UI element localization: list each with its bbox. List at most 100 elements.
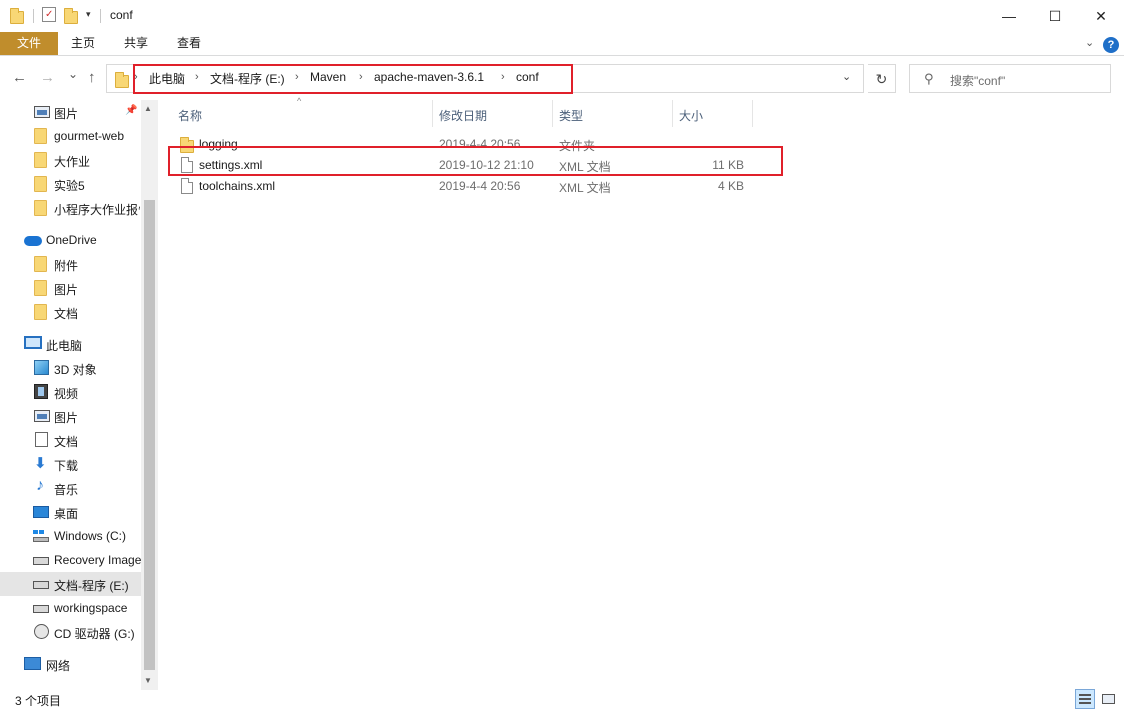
column-divider[interactable] xyxy=(432,100,433,127)
customize-quick-access-icon[interactable]: ▾ xyxy=(86,9,91,20)
address-dropdown-icon[interactable]: ⌄ xyxy=(842,70,851,83)
sidebar-item-label: OneDrive xyxy=(46,233,97,247)
file-size: 4 KB xyxy=(717,179,744,193)
sidebar-item-label: 音乐 xyxy=(54,483,79,497)
folder-icon xyxy=(34,304,47,320)
sidebar-item-attachments[interactable]: 附件 xyxy=(0,252,141,276)
chevron-down-icon[interactable]: ⌄ xyxy=(1085,36,1094,49)
desktop-icon xyxy=(33,506,49,518)
column-header-modified[interactable]: 修改日期 xyxy=(439,107,487,124)
forward-button[interactable]: → xyxy=(40,69,55,86)
sidebar-item-label: workingspace xyxy=(54,601,128,615)
scroll-up-icon[interactable]: ▲ xyxy=(144,104,152,113)
sidebar-item-label: 文档-程序 (E:) xyxy=(54,579,129,593)
sidebar-item-recovery-image[interactable]: Recovery Image xyxy=(0,548,141,572)
sidebar-item-label: 此电脑 xyxy=(46,339,83,353)
sidebar-item-videos[interactable]: 视频 xyxy=(0,380,141,404)
sidebar-item-desktop[interactable]: 桌面 xyxy=(0,500,141,524)
column-header-type[interactable]: 类型 xyxy=(559,107,583,124)
minimize-button[interactable]: — xyxy=(986,0,1032,32)
sidebar-item-label: 实验5 xyxy=(54,179,85,193)
documents-icon xyxy=(35,432,48,447)
column-header-name[interactable]: 名称 xyxy=(178,107,202,124)
sidebar-item-lab5[interactable]: 实验5 xyxy=(0,172,141,196)
sidebar-item-gourmet-web[interactable]: gourmet-web xyxy=(0,124,141,148)
sidebar-item-onedrive-documents[interactable]: 文档 xyxy=(0,300,141,324)
search-placeholder: 搜索"conf" xyxy=(950,74,1006,88)
tab-file[interactable]: 文件 xyxy=(0,32,58,55)
pictures-icon xyxy=(34,106,50,118)
column-divider[interactable] xyxy=(672,100,673,127)
separator xyxy=(100,9,101,23)
sidebar-item-downloads[interactable]: ⬇ 下载 xyxy=(0,452,141,476)
sidebar-item-windows-c[interactable]: Windows (C:) xyxy=(0,524,141,548)
sidebar-item-label: 大作业 xyxy=(54,155,91,169)
folder-icon xyxy=(34,152,47,168)
tab-share[interactable]: 共享 xyxy=(110,32,162,55)
sidebar-item-drive-e[interactable]: 文档-程序 (E:) xyxy=(0,572,141,596)
row-highlight-box xyxy=(168,146,783,176)
downloads-icon: ⬇ xyxy=(34,455,47,472)
sidebar-item-label: 桌面 xyxy=(54,507,79,521)
column-header-size[interactable]: 大小 xyxy=(679,107,703,124)
drive-icon xyxy=(33,605,49,613)
sidebar-item-label: 3D 对象 xyxy=(54,363,97,377)
large-icons-view-button[interactable] xyxy=(1098,689,1118,709)
network-icon xyxy=(24,657,41,670)
maximize-button[interactable]: ☐ xyxy=(1032,0,1078,32)
drive-icon xyxy=(33,581,49,589)
scroll-down-icon[interactable]: ▼ xyxy=(144,676,152,685)
sidebar-item-onedrive[interactable]: OneDrive xyxy=(0,228,141,252)
status-item-count: 3 个项目 xyxy=(15,694,62,708)
sidebar-item-label: CD 驱动器 (G:) xyxy=(54,627,135,641)
sidebar-item-music[interactable]: ♪ 音乐 xyxy=(0,476,141,500)
sidebar-item-big-assignment[interactable]: 大作业 xyxy=(0,148,141,172)
file-modified: 2019-4-4 20:56 xyxy=(439,179,521,193)
sidebar-item-cd-drive[interactable]: CD 驱动器 (G:) xyxy=(0,620,141,644)
sidebar-item-pictures-pinned[interactable]: 图片 📌 xyxy=(0,100,141,124)
help-icon[interactable]: ? xyxy=(1103,37,1119,53)
sidebar-item-label: Recovery Image xyxy=(54,553,141,567)
back-button[interactable]: ← xyxy=(12,69,27,86)
recent-locations-button[interactable]: ⌄ xyxy=(68,67,78,81)
column-divider[interactable] xyxy=(552,100,553,127)
sidebar-item-this-pc[interactable]: 此电脑 xyxy=(0,332,141,356)
folder-icon xyxy=(34,256,47,272)
sidebar-item-3d-objects[interactable]: 3D 对象 xyxy=(0,356,141,380)
sidebar-item-label: 文档 xyxy=(54,435,79,449)
address-highlight-box xyxy=(133,64,573,94)
sidebar-item-miniprogram-report[interactable]: 小程序大作业报告 xyxy=(0,196,141,220)
sidebar-item-documents[interactable]: 文档 xyxy=(0,428,141,452)
sidebar-item-label: 下载 xyxy=(54,459,79,473)
refresh-button[interactable]: ↻ xyxy=(868,64,896,93)
file-name: toolchains.xml xyxy=(199,179,276,193)
sidebar-item-label: gourmet-web xyxy=(54,129,125,143)
folder-icon xyxy=(34,200,47,216)
sidebar-item-onedrive-pictures[interactable]: 图片 xyxy=(0,276,141,300)
sidebar-item-pictures[interactable]: 图片 xyxy=(0,404,141,428)
tab-home[interactable]: 主页 xyxy=(58,32,108,55)
ribbon-tabs: 文件 主页 共享 查看 ⌄ xyxy=(0,32,1124,56)
folder-icon xyxy=(34,128,47,144)
up-button[interactable]: ↑ xyxy=(88,69,96,86)
search-input[interactable]: ⚲ 搜索"conf" xyxy=(909,64,1111,93)
sort-ascending-icon: ^ xyxy=(297,96,302,106)
file-row-toolchains-xml[interactable]: toolchains.xml 2019-4-4 20:56 XML 文档 4 K… xyxy=(168,176,780,197)
cd-drive-icon xyxy=(34,624,49,639)
sidebar-item-label: 文档 xyxy=(54,307,79,321)
navigation-pane: 图片 📌 gourmet-web 大作业 实验5 小程序大作业报告 OneDri… xyxy=(0,100,158,690)
sidebar-item-network[interactable]: 网络 xyxy=(0,652,141,676)
window-title: conf xyxy=(110,8,133,22)
tab-view[interactable]: 查看 xyxy=(163,32,215,55)
sidebar-item-workingspace[interactable]: workingspace xyxy=(0,596,141,620)
pin-icon[interactable]: 📌 xyxy=(125,105,137,116)
column-divider[interactable] xyxy=(752,100,753,127)
sidebar-item-label: 附件 xyxy=(54,259,79,273)
close-button[interactable]: ✕ xyxy=(1078,0,1124,32)
file-type: XML 文档 xyxy=(559,181,611,195)
separator xyxy=(33,9,34,23)
search-icon: ⚲ xyxy=(924,71,934,86)
properties-icon[interactable]: ✓ xyxy=(42,7,56,22)
sidebar-scroll-thumb[interactable] xyxy=(144,200,155,670)
details-view-button[interactable] xyxy=(1075,689,1095,709)
